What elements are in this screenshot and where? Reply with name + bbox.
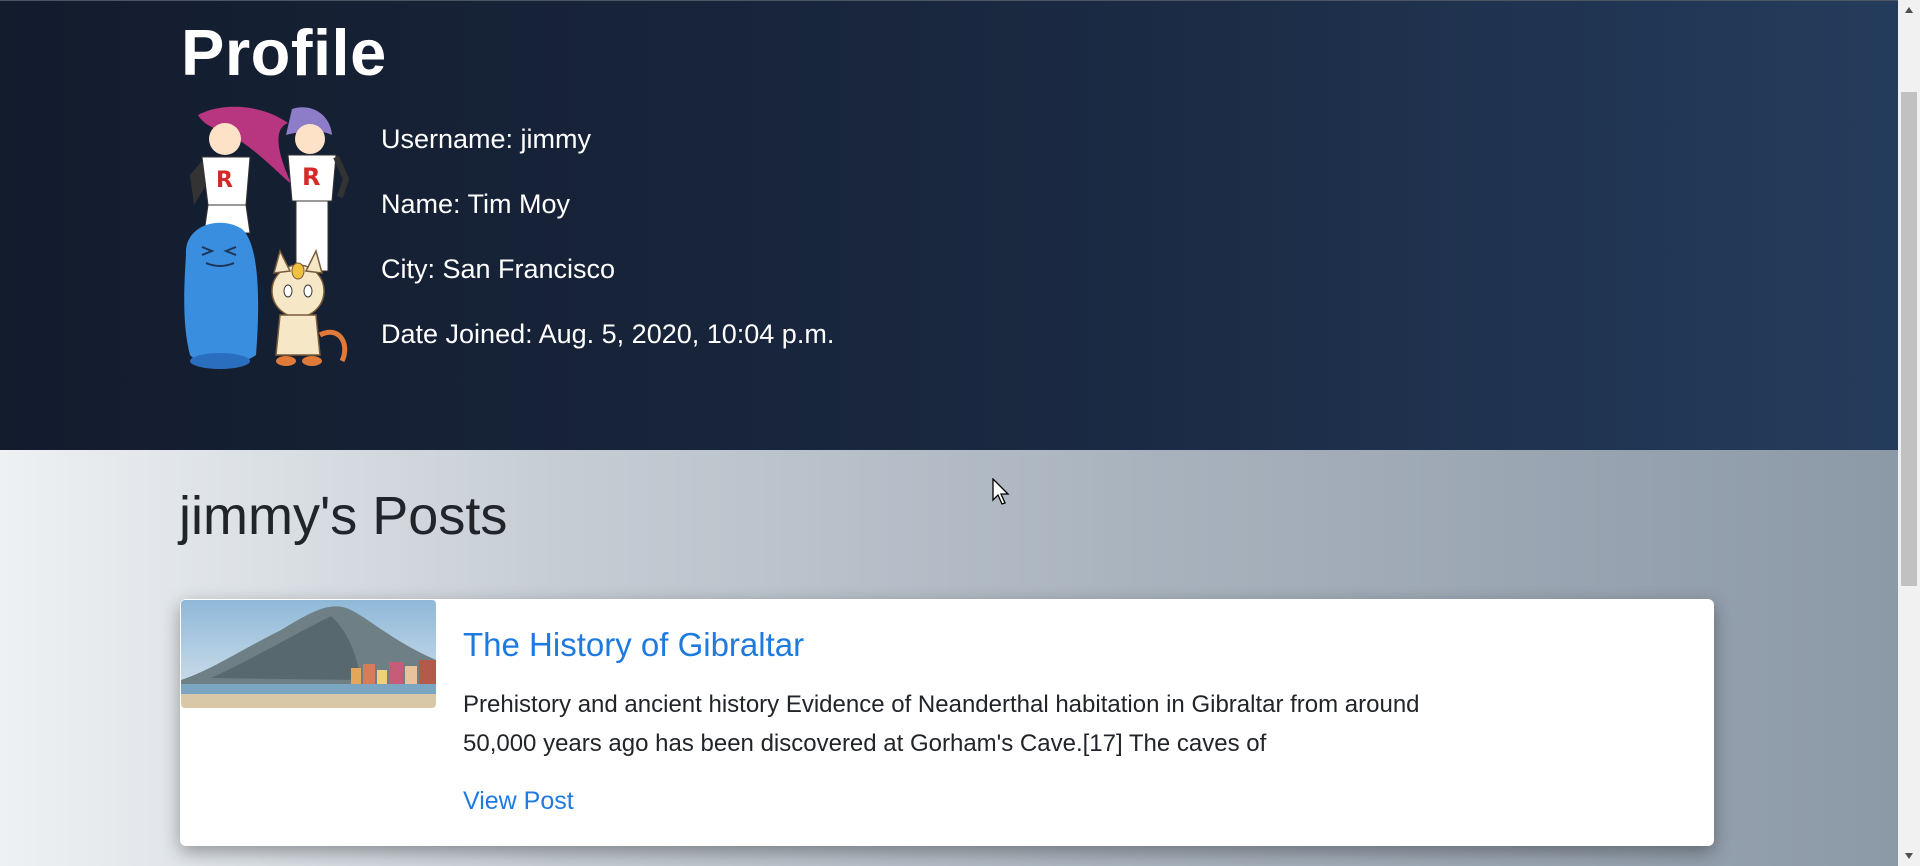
avatar: R R	[180, 105, 352, 369]
post-excerpt: Prehistory and ancient history Evidence …	[463, 691, 1420, 757]
scrollbar-thumb[interactable]	[1901, 92, 1917, 586]
page: Profile R R Username: jimmy Name: Tim Mo…	[0, 0, 1898, 866]
posts-section: jimmy's Posts The History of Gibraltar P…	[0, 450, 1898, 866]
svg-text:R: R	[216, 168, 233, 193]
gibraltar-rock-image-icon	[181, 600, 436, 708]
profile-info: Username: jimmy Name: Tim Moy City: San …	[381, 122, 834, 382]
posts-heading: jimmy's Posts	[179, 486, 508, 546]
profile-name: Name: Tim Moy	[381, 189, 571, 219]
profile-city: City: San Francisco	[381, 254, 616, 284]
post-thumbnail[interactable]	[181, 600, 436, 708]
post-card-body: The History of Gibraltar Prehistory and …	[463, 625, 1463, 816]
view-post-link[interactable]: View Post	[463, 787, 574, 816]
post-title-link[interactable]: The History of Gibraltar	[463, 625, 804, 665]
team-rocket-avatar-icon: R R	[184, 106, 350, 369]
vertical-scrollbar[interactable]	[1898, 0, 1920, 866]
svg-text:R: R	[302, 163, 320, 191]
profile-date-joined: Date Joined: Aug. 5, 2020, 10:04 p.m.	[381, 319, 835, 349]
scroll-down-icon[interactable]	[1898, 846, 1920, 866]
page-title: Profile	[181, 16, 387, 89]
post-card: The History of Gibraltar Prehistory and …	[180, 599, 1714, 846]
mouse-cursor-icon	[992, 477, 1010, 506]
scroll-up-icon[interactable]	[1898, 0, 1920, 20]
profile-header: Profile R R Username: jimmy Name: Tim Mo…	[0, 0, 1898, 451]
profile-username: Username: jimmy	[381, 124, 592, 154]
